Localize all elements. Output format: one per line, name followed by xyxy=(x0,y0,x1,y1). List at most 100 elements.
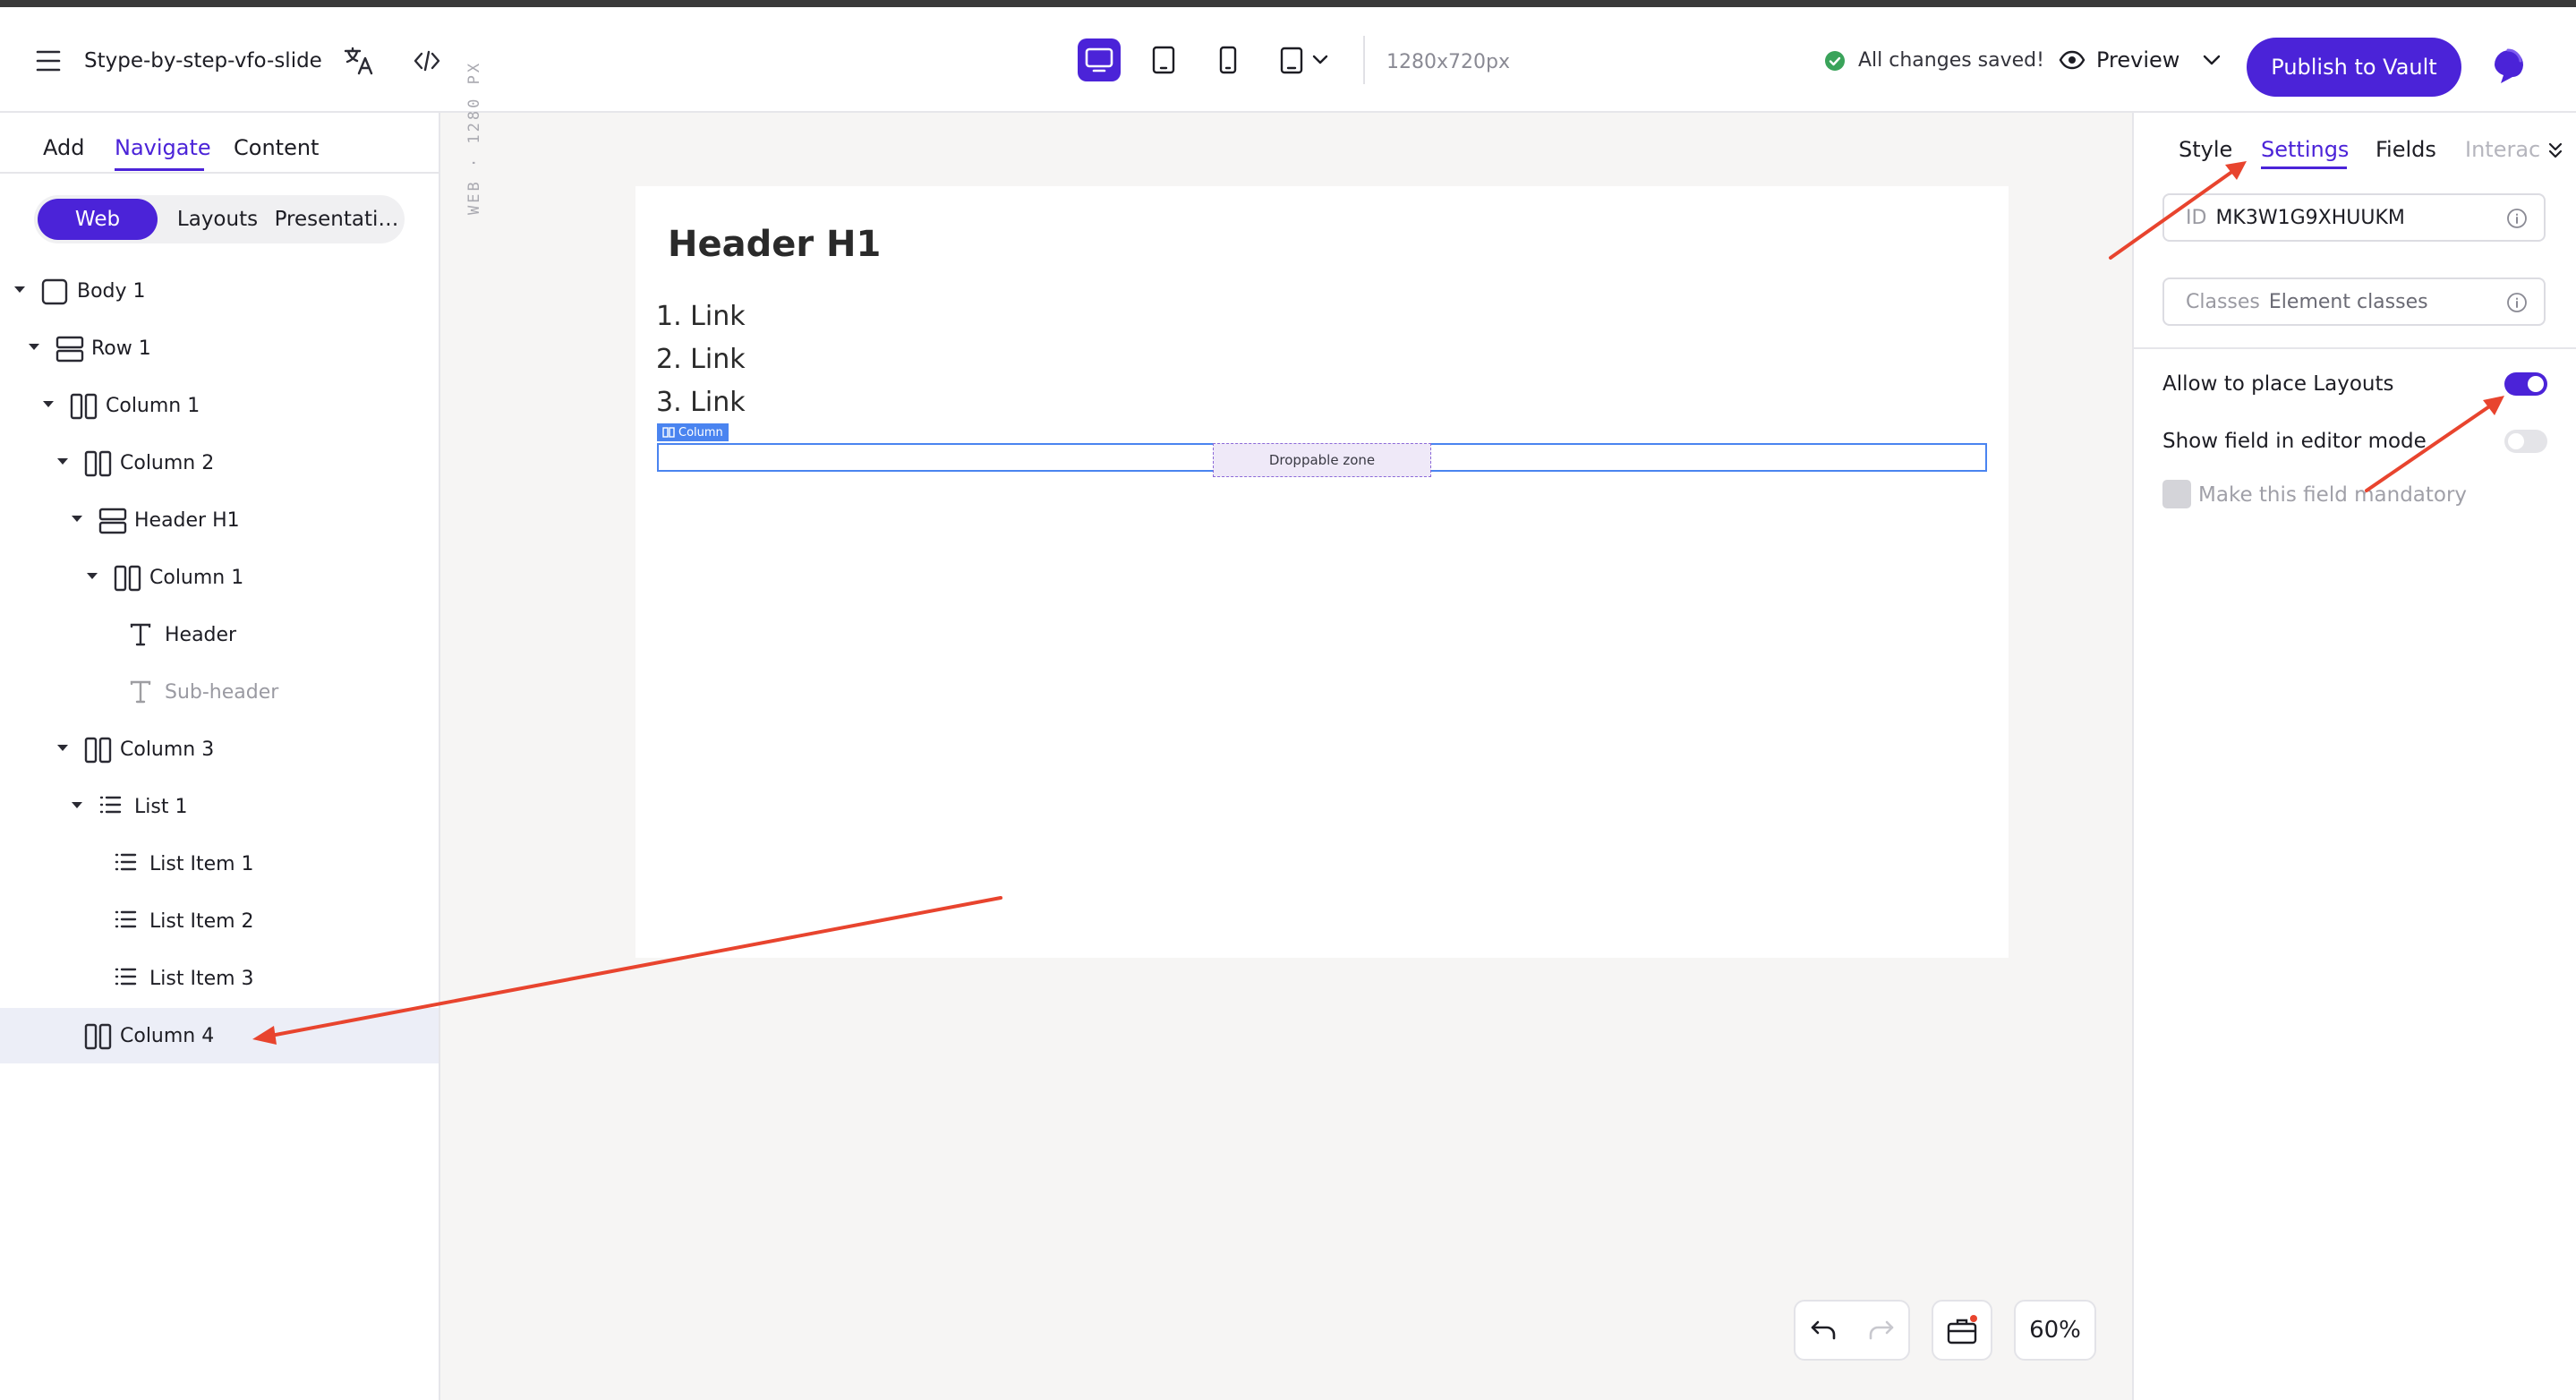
tab-style[interactable]: Style xyxy=(2179,137,2232,162)
expand-caret-icon[interactable] xyxy=(43,401,54,407)
allow-layouts-toggle[interactable] xyxy=(2504,372,2547,396)
tree-item[interactable]: List Item 2 xyxy=(0,893,439,949)
id-field-value: MK3W1G9XHUUKM xyxy=(2215,206,2405,229)
expand-caret-icon[interactable] xyxy=(29,344,39,350)
classes-field[interactable]: Classes Element classes xyxy=(2162,277,2546,326)
tree-item-label: Row 1 xyxy=(91,337,151,360)
tablet-icon xyxy=(1152,46,1175,74)
column-icon xyxy=(84,450,113,477)
device-dropdown[interactable] xyxy=(1271,38,1341,81)
canvas-link-2[interactable]: 2. Link xyxy=(656,344,746,375)
allow-layouts-label: Allow to place Layouts xyxy=(2162,372,2394,396)
column-icon xyxy=(84,1023,113,1050)
tree-item-label: Column 1 xyxy=(106,395,200,417)
info-icon[interactable] xyxy=(2506,292,2528,313)
list-icon xyxy=(114,909,137,930)
tree-item-label: Sub-header xyxy=(165,681,279,704)
canvas-resolution: 1280x720px xyxy=(1386,51,1510,73)
assets-button[interactable] xyxy=(1932,1300,1992,1361)
top-toolbar: Stype-by-step-vfo-slide 1280x720px All c… xyxy=(0,7,2576,113)
document-name[interactable]: Stype-by-step-vfo-slide xyxy=(84,49,322,73)
canvas-link-1[interactable]: 1. Link xyxy=(656,301,746,332)
id-field-label: ID xyxy=(2186,206,2207,229)
segment-layouts[interactable]: Layouts xyxy=(168,195,267,243)
segment-web[interactable]: Web xyxy=(38,199,158,240)
mobile-icon xyxy=(1219,46,1237,74)
tree-item-label: List Item 2 xyxy=(149,910,254,933)
section-divider xyxy=(2134,347,2576,349)
left-panel-tabs: Add Navigate Content xyxy=(0,113,439,174)
classes-field-label: Classes xyxy=(2186,290,2260,313)
tree-item-label: Column 4 xyxy=(120,1025,215,1047)
briefcase-icon xyxy=(1946,1315,1978,1345)
segment-presentation[interactable]: Presentati… xyxy=(272,195,401,243)
desktop-view-button[interactable] xyxy=(1078,38,1121,81)
mobile-view-button[interactable] xyxy=(1207,38,1250,81)
column-selection-tag: Column xyxy=(657,423,729,441)
translate-icon[interactable] xyxy=(344,47,374,75)
text-icon xyxy=(129,679,152,704)
desktop-icon xyxy=(1085,47,1113,73)
tree-item[interactable]: Row 1 xyxy=(0,320,439,376)
eye-icon xyxy=(2059,50,2086,70)
column-icon xyxy=(84,737,113,764)
tab-settings-underline xyxy=(2261,166,2347,169)
canvas-link-3[interactable]: 3. Link xyxy=(656,387,746,418)
preview-label: Preview xyxy=(2096,47,2180,73)
column-tag-label: Column xyxy=(678,425,723,440)
undo-icon[interactable] xyxy=(1811,1320,1838,1340)
tab-fields[interactable]: Fields xyxy=(2376,137,2436,162)
tree-item[interactable]: Header xyxy=(0,607,439,662)
show-field-toggle[interactable] xyxy=(2504,430,2547,453)
tab-content[interactable]: Content xyxy=(234,135,319,160)
tree-item[interactable]: Sub-header xyxy=(0,664,439,720)
avatar-icon[interactable] xyxy=(2486,43,2531,88)
tab-settings[interactable]: Settings xyxy=(2261,137,2349,162)
publish-button[interactable]: Publish to Vault xyxy=(2247,38,2461,97)
expand-caret-icon[interactable] xyxy=(14,286,25,293)
column-icon xyxy=(70,393,98,420)
tree-item[interactable]: List Item 1 xyxy=(0,836,439,892)
info-icon[interactable] xyxy=(2506,208,2528,229)
code-icon[interactable] xyxy=(414,50,440,72)
tree-item-label: Body 1 xyxy=(77,280,146,303)
expand-caret-icon[interactable] xyxy=(72,516,82,522)
preview-button[interactable]: Preview xyxy=(2059,47,2221,73)
tree-item[interactable]: Header H1 xyxy=(0,492,439,548)
tree-item-label: List 1 xyxy=(134,796,188,818)
id-field[interactable]: ID MK3W1G9XHUUKM xyxy=(2162,193,2546,242)
list-icon xyxy=(98,794,122,815)
classes-field-placeholder: Element classes xyxy=(2268,290,2428,313)
expand-caret-icon[interactable] xyxy=(57,745,68,751)
canvas-header-h1[interactable]: Header H1 xyxy=(668,224,881,265)
tree-item[interactable]: List 1 xyxy=(0,779,439,834)
tab-add[interactable]: Add xyxy=(43,135,84,160)
zoom-level[interactable]: 60% xyxy=(2014,1300,2096,1361)
list-icon xyxy=(114,966,137,987)
tree-item[interactable]: Column 2 xyxy=(0,435,439,491)
tablet-view-button[interactable] xyxy=(1142,38,1185,81)
toggle-knob xyxy=(2508,433,2524,449)
left-panel: Add Navigate Content Web Layouts Present… xyxy=(0,113,440,1400)
expand-caret-icon[interactable] xyxy=(57,458,68,465)
tabs-overflow-icon[interactable] xyxy=(2547,141,2563,159)
tree-item[interactable]: List Item 3 xyxy=(0,951,439,1006)
tree-item[interactable]: Column 4 xyxy=(0,1008,439,1063)
view-segmented-control: Web Layouts Presentati… xyxy=(34,195,405,243)
tab-navigate[interactable]: Navigate xyxy=(115,135,211,160)
hamburger-menu-icon[interactable] xyxy=(36,49,61,73)
droppable-zone[interactable]: Droppable zone xyxy=(1213,443,1431,477)
tab-interactions[interactable]: Interac xyxy=(2465,137,2540,162)
column-icon xyxy=(114,565,142,592)
tree-item[interactable]: Column 3 xyxy=(0,721,439,777)
save-status-text: All changes saved! xyxy=(1858,49,2044,72)
redo-icon[interactable] xyxy=(1867,1320,1894,1340)
tree-item[interactable]: Column 1 xyxy=(0,378,439,433)
expand-caret-icon[interactable] xyxy=(87,573,98,579)
tree-item[interactable]: Body 1 xyxy=(0,263,439,319)
tree-item[interactable]: Column 1 xyxy=(0,550,439,605)
mandatory-checkbox[interactable] xyxy=(2162,480,2191,508)
chevron-down-icon xyxy=(2203,55,2221,65)
tree-item-label: Column 2 xyxy=(120,452,215,474)
expand-caret-icon[interactable] xyxy=(72,802,82,808)
